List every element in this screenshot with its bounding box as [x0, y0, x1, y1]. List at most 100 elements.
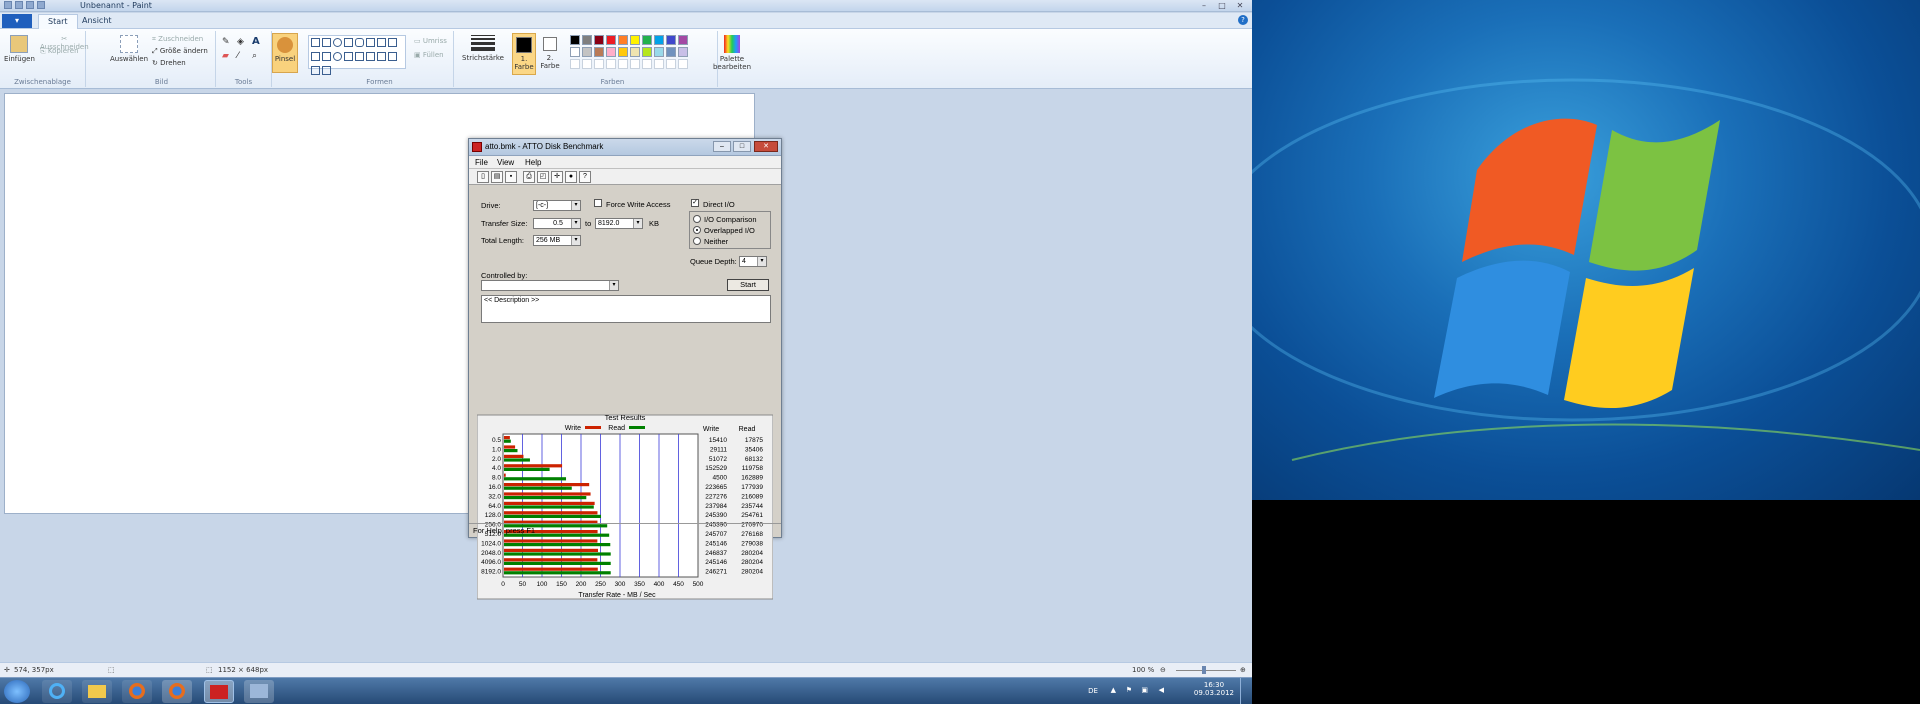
palette-swatch[interactable]: [666, 35, 676, 45]
palette-swatch[interactable]: [642, 47, 652, 57]
atto-maximize-button[interactable]: □: [733, 141, 751, 152]
menu-view[interactable]: View: [497, 158, 514, 167]
transfer-to-select[interactable]: 8192.0 ▾: [595, 218, 643, 229]
palette-swatch[interactable]: [570, 47, 580, 57]
palette-swatch[interactable]: [582, 35, 592, 45]
menu-file[interactable]: File: [475, 158, 488, 167]
minimize-button[interactable]: –: [1196, 1, 1212, 11]
redo-icon[interactable]: [37, 1, 45, 9]
explorer-icon[interactable]: [82, 680, 112, 703]
curve-shape-icon[interactable]: [322, 38, 331, 47]
down-arrow-shape-icon[interactable]: [377, 52, 386, 61]
total-length-select[interactable]: 256 MB ▾: [533, 235, 581, 246]
zoom-out-icon[interactable]: ⊖: [1160, 666, 1166, 674]
palette-swatch-empty[interactable]: [666, 59, 676, 69]
palette-swatch-empty[interactable]: [618, 59, 628, 69]
clock[interactable]: 16:30 09.03.2012: [1194, 681, 1234, 697]
palette-swatch[interactable]: [678, 47, 688, 57]
color2-button[interactable]: 2. Farbe: [539, 33, 561, 75]
palette-swatch-empty[interactable]: [630, 59, 640, 69]
palette-swatch[interactable]: [606, 35, 616, 45]
maximize-button[interactable]: □: [1214, 1, 1230, 11]
rotate-button[interactable]: ↻ Drehen: [152, 59, 186, 67]
hexagon-shape-icon[interactable]: [333, 52, 342, 61]
edit-colors-button[interactable]: Palette bearbeiten: [712, 35, 752, 71]
paint-taskbar-icon[interactable]: [244, 680, 274, 703]
palette-swatch[interactable]: [618, 47, 628, 57]
palette-swatch[interactable]: [570, 35, 580, 45]
resize-button[interactable]: ⤢ Größe ändern: [152, 47, 208, 56]
palette-swatch[interactable]: [582, 47, 592, 57]
paint-app-icon[interactable]: [4, 1, 12, 9]
line-shape-icon[interactable]: [311, 38, 320, 47]
tray-expand-icon[interactable]: ▲: [1111, 686, 1116, 694]
file-menu-button[interactable]: ▾: [2, 14, 32, 28]
palette-swatch[interactable]: [666, 47, 676, 57]
oval-shape-icon[interactable]: [333, 38, 342, 47]
crop-button[interactable]: ⌗ Zuschneiden: [152, 35, 203, 44]
palette-swatch[interactable]: [606, 47, 616, 57]
palette-swatch-empty[interactable]: [642, 59, 652, 69]
palette-swatch-empty[interactable]: [594, 59, 604, 69]
close-button[interactable]: ✕: [1232, 1, 1248, 11]
palette-swatch-empty[interactable]: [678, 59, 688, 69]
palette-swatch[interactable]: [594, 47, 604, 57]
palette-swatch[interactable]: [654, 35, 664, 45]
rounded-rectangle-shape-icon[interactable]: [355, 38, 364, 47]
menu-help[interactable]: Help: [525, 158, 541, 167]
overlapped-io-radio[interactable]: [693, 226, 701, 234]
undo-icon[interactable]: [26, 1, 34, 9]
io-comparison-radio[interactable]: [693, 215, 701, 223]
palette-swatch[interactable]: [630, 35, 640, 45]
right-triangle-shape-icon[interactable]: [388, 38, 397, 47]
queue-depth-select[interactable]: 4 ▾: [739, 256, 767, 267]
fill-button[interactable]: ▣ Füllen: [414, 51, 444, 59]
heart-shape-icon[interactable]: [322, 66, 331, 75]
network-icon[interactable]: ▣: [1141, 686, 1148, 694]
flag-icon[interactable]: ⚑: [1126, 686, 1132, 694]
color-picker-icon[interactable]: ⁄: [237, 51, 239, 61]
pencil-icon[interactable]: ✎: [222, 37, 230, 47]
tab-start[interactable]: Start: [38, 14, 78, 29]
controlled-by-select[interactable]: ▾: [481, 280, 619, 291]
palette-swatch[interactable]: [594, 35, 604, 45]
force-write-checkbox[interactable]: [594, 199, 602, 207]
new-file-icon[interactable]: ▯: [477, 171, 489, 183]
palette-swatch[interactable]: [678, 35, 688, 45]
palette-swatch[interactable]: [618, 35, 628, 45]
firefox-2-icon[interactable]: [162, 680, 192, 703]
polygon-shape-icon[interactable]: [366, 38, 375, 47]
print-icon[interactable]: ⎙: [523, 171, 535, 183]
atto-taskbar-icon[interactable]: [204, 680, 234, 703]
description-textarea[interactable]: << Description >>: [481, 295, 771, 323]
show-desktop-button[interactable]: [1240, 678, 1248, 704]
shapes-gallery[interactable]: [308, 35, 406, 75]
eraser-icon[interactable]: ▰: [222, 51, 229, 61]
neither-radio[interactable]: [693, 237, 701, 245]
volume-icon[interactable]: ◀: [1159, 686, 1164, 694]
save-icon[interactable]: [15, 1, 23, 9]
zoom-in-icon[interactable]: ⊕: [1240, 666, 1246, 674]
size-button[interactable]: Strichstärke: [462, 33, 504, 62]
palette-swatch-empty[interactable]: [582, 59, 592, 69]
start-button[interactable]: Start: [727, 279, 769, 291]
start-orb-icon[interactable]: [4, 680, 30, 703]
language-indicator[interactable]: DE: [1088, 687, 1098, 695]
triangle-shape-icon[interactable]: [377, 38, 386, 47]
transfer-from-select[interactable]: 0.5 ▾: [533, 218, 581, 229]
direct-io-checkbox[interactable]: ✓: [691, 199, 699, 207]
crosshair-icon[interactable]: ✛: [551, 171, 563, 183]
palette-swatch-empty[interactable]: [654, 59, 664, 69]
diamond-shape-icon[interactable]: [311, 52, 320, 61]
firefox-icon[interactable]: [122, 680, 152, 703]
right-arrow-shape-icon[interactable]: [344, 52, 353, 61]
atto-minimize-button[interactable]: –: [713, 141, 731, 152]
save-disk-icon[interactable]: ▪: [505, 171, 517, 183]
rectangle-shape-icon[interactable]: [344, 38, 353, 47]
callout-shape-icon[interactable]: [311, 66, 320, 75]
pentagon-shape-icon[interactable]: [322, 52, 331, 61]
text-tool-icon[interactable]: A: [252, 36, 260, 47]
select-button[interactable]: Auswählen: [110, 35, 148, 63]
star-shape-icon[interactable]: [388, 52, 397, 61]
paste-button[interactable]: Einfügen: [4, 35, 35, 63]
